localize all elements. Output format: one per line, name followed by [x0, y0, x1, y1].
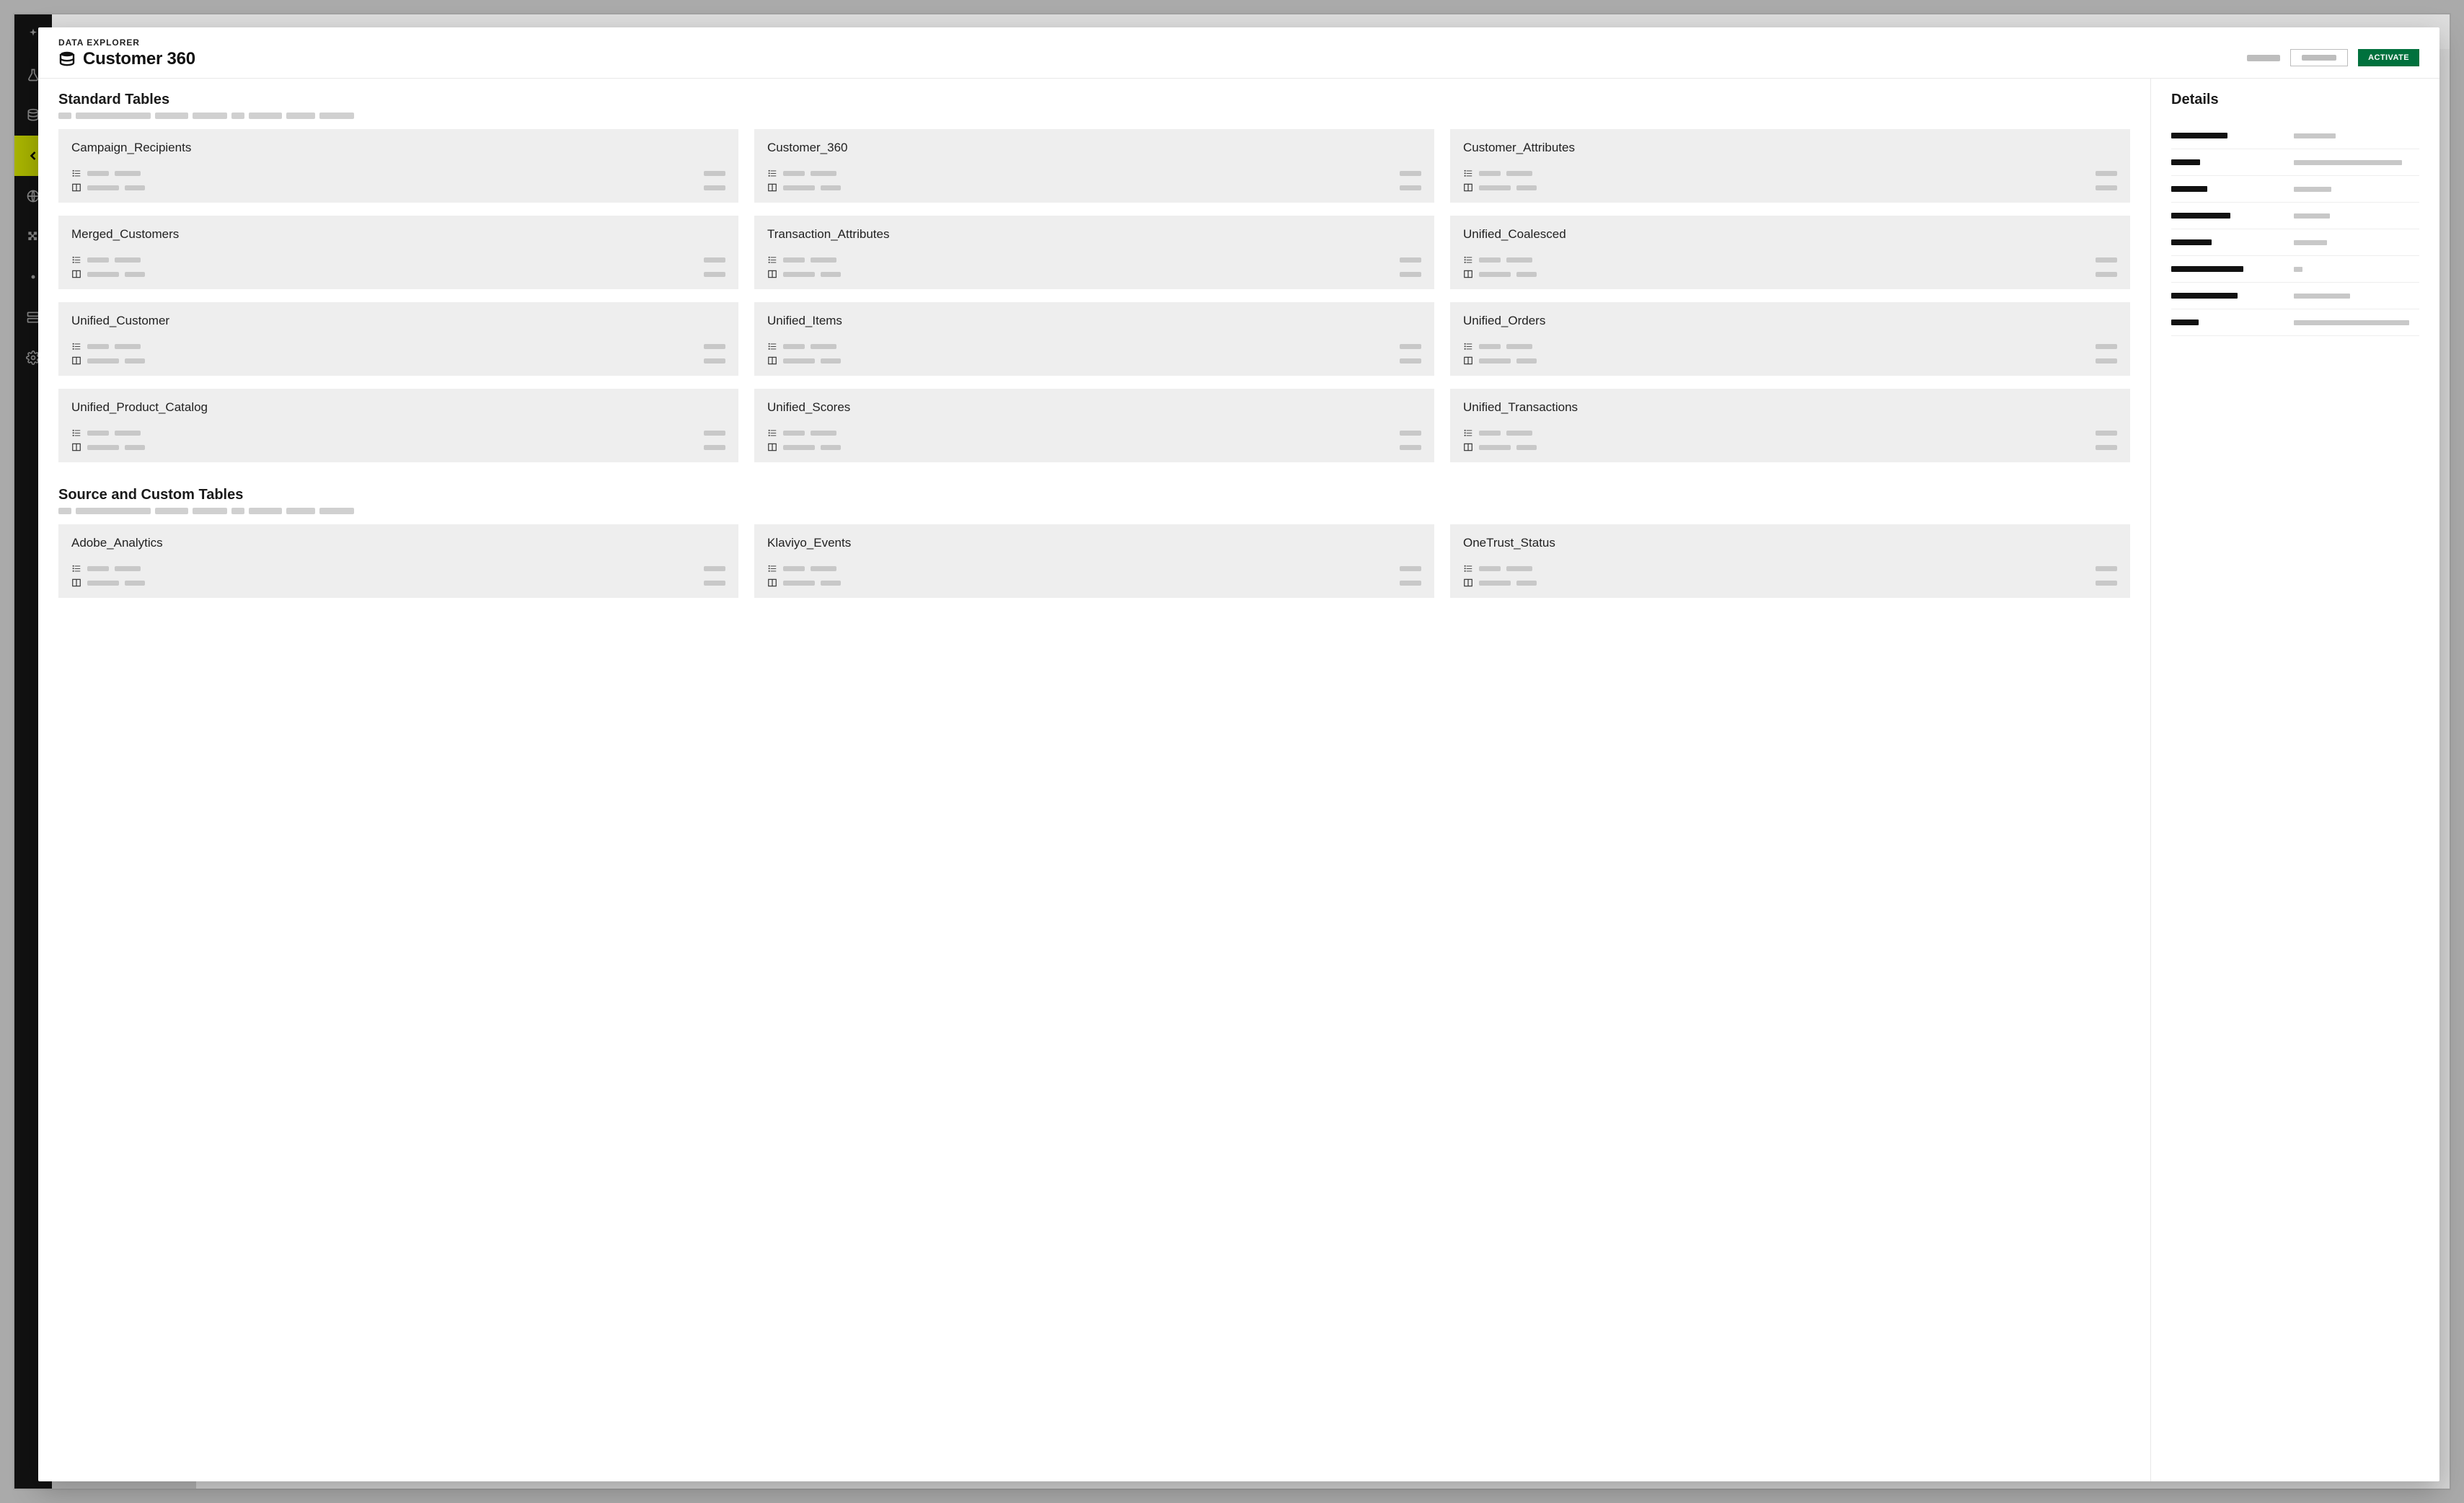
details-key — [2171, 129, 2279, 142]
columns-icon — [1463, 356, 1473, 366]
list-icon — [767, 563, 777, 573]
list-icon — [71, 563, 81, 573]
details-key — [2171, 209, 2279, 222]
table-card-title: Customer_360 — [767, 141, 1421, 155]
details-row — [2171, 283, 2419, 309]
list-icon — [767, 168, 777, 178]
section-subtitle-placeholder — [58, 113, 2130, 119]
columns-icon — [71, 356, 81, 366]
details-key — [2171, 289, 2279, 302]
kicker-label: DATA EXPLORER — [58, 38, 2247, 48]
details-key — [2171, 236, 2279, 249]
table-card-title: Unified_Items — [767, 314, 1421, 328]
columns-icon — [71, 269, 81, 279]
table-card[interactable]: Adobe_Analytics — [58, 524, 738, 598]
table-card[interactable]: Unified_Transactions — [1450, 389, 2130, 462]
list-icon — [71, 428, 81, 438]
details-value — [2294, 289, 2350, 302]
list-icon — [767, 255, 777, 265]
table-card-title: Transaction_Attributes — [767, 227, 1421, 242]
columns-icon — [767, 442, 777, 452]
columns-icon — [71, 182, 81, 193]
columns-icon — [767, 356, 777, 366]
columns-icon — [1463, 182, 1473, 193]
table-card[interactable]: Unified_Coalesced — [1450, 216, 2130, 289]
list-icon — [767, 341, 777, 351]
columns-icon — [1463, 578, 1473, 588]
list-icon — [1463, 563, 1473, 573]
table-card[interactable]: Unified_Customer — [58, 302, 738, 376]
table-card-title: Unified_Scores — [767, 400, 1421, 415]
details-row — [2171, 309, 2419, 336]
table-card-title: Klaviyo_Events — [767, 536, 1421, 550]
details-title: Details — [2171, 92, 2419, 108]
table-card[interactable]: Customer_Attributes — [1450, 129, 2130, 203]
table-card[interactable]: Unified_Items — [754, 302, 1434, 376]
details-value — [2294, 209, 2330, 222]
details-row — [2171, 149, 2419, 176]
table-card-title: Customer_Attributes — [1463, 141, 2117, 155]
columns-icon — [767, 269, 777, 279]
header-placeholder-text — [2247, 55, 2280, 61]
list-icon — [1463, 341, 1473, 351]
details-value — [2294, 182, 2331, 195]
data-explorer-panel: DATA EXPLORER Customer 360 ACTIVATE Stan… — [38, 27, 2439, 1481]
columns-icon — [767, 578, 777, 588]
details-row — [2171, 229, 2419, 256]
table-card-title: Unified_Transactions — [1463, 400, 2117, 415]
list-icon — [767, 428, 777, 438]
details-row — [2171, 176, 2419, 203]
columns-icon — [71, 442, 81, 452]
database-icon — [58, 50, 76, 68]
table-card[interactable]: Unified_Product_Catalog — [58, 389, 738, 462]
table-card[interactable]: Campaign_Recipients — [58, 129, 738, 203]
table-card[interactable]: Customer_360 — [754, 129, 1434, 203]
list-icon — [71, 168, 81, 178]
table-card[interactable]: Transaction_Attributes — [754, 216, 1434, 289]
details-value — [2294, 263, 2302, 276]
list-icon — [71, 255, 81, 265]
section-title: Standard Tables — [58, 92, 2130, 108]
activate-button[interactable]: ACTIVATE — [2358, 49, 2419, 66]
table-card[interactable]: Unified_Orders — [1450, 302, 2130, 376]
list-icon — [1463, 428, 1473, 438]
table-card[interactable]: OneTrust_Status — [1450, 524, 2130, 598]
details-value — [2294, 129, 2336, 142]
table-card[interactable]: Merged_Customers — [58, 216, 738, 289]
table-card[interactable]: Unified_Scores — [754, 389, 1434, 462]
table-card-title: Unified_Product_Catalog — [71, 400, 725, 415]
details-sidebar: Details — [2151, 79, 2439, 1481]
details-key — [2171, 156, 2279, 169]
panel-header: DATA EXPLORER Customer 360 ACTIVATE — [38, 27, 2439, 79]
tables-main-area: Standard Tables Campaign_Recipients Custom… — [38, 79, 2151, 1481]
table-card-title: Unified_Customer — [71, 314, 725, 328]
table-card-title: OneTrust_Status — [1463, 536, 2117, 550]
header-secondary-button[interactable] — [2290, 49, 2348, 66]
details-value — [2294, 316, 2409, 329]
table-card-title: Merged_Customers — [71, 227, 725, 242]
table-card[interactable]: Klaviyo_Events — [754, 524, 1434, 598]
list-icon — [1463, 168, 1473, 178]
details-row — [2171, 123, 2419, 149]
details-row — [2171, 203, 2419, 229]
section-subtitle-placeholder — [58, 508, 2130, 514]
list-icon — [71, 341, 81, 351]
details-key — [2171, 182, 2279, 195]
columns-icon — [71, 578, 81, 588]
details-value — [2294, 156, 2402, 169]
columns-icon — [767, 182, 777, 193]
details-value — [2294, 236, 2327, 249]
columns-icon — [1463, 269, 1473, 279]
list-icon — [1463, 255, 1473, 265]
page-title: Customer 360 — [83, 49, 195, 69]
table-card-title: Adobe_Analytics — [71, 536, 725, 550]
table-card-title: Unified_Orders — [1463, 314, 2117, 328]
details-row — [2171, 256, 2419, 283]
details-key — [2171, 316, 2279, 329]
columns-icon — [1463, 442, 1473, 452]
details-key — [2171, 263, 2279, 276]
table-card-title: Campaign_Recipients — [71, 141, 725, 155]
table-card-title: Unified_Coalesced — [1463, 227, 2117, 242]
section-title: Source and Custom Tables — [58, 487, 2130, 503]
